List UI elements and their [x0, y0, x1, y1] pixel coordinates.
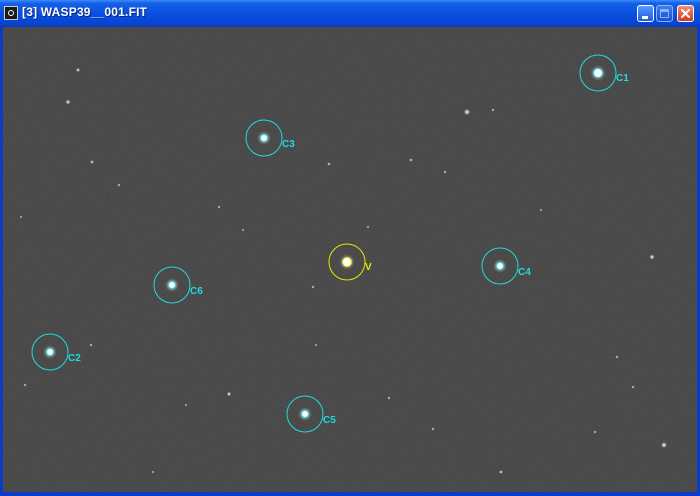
- label-c4: C4: [518, 267, 531, 278]
- window-title: [3] WASP39__001.FIT: [22, 5, 148, 19]
- close-icon: [681, 9, 690, 18]
- label-c1: C1: [616, 73, 629, 84]
- maximize-button[interactable]: [656, 5, 673, 22]
- label-c6: C6: [190, 286, 203, 297]
- close-button[interactable]: [677, 5, 694, 22]
- image-window: [3] WASP39__001.FIT C1 C3 V C4 C6 C2 C5: [0, 0, 700, 496]
- label-c3: C3: [282, 139, 295, 150]
- minimize-button[interactable]: [637, 5, 654, 22]
- label-c5: C5: [323, 415, 336, 426]
- label-v: V: [365, 262, 372, 273]
- fits-image-canvas[interactable]: C1 C3 V C4 C6 C2 C5: [3, 27, 697, 492]
- title-bar[interactable]: [3] WASP39__001.FIT: [0, 0, 700, 27]
- label-c2: C2: [68, 353, 81, 364]
- image-window-icon[interactable]: [4, 6, 18, 20]
- star-field: [3, 27, 697, 492]
